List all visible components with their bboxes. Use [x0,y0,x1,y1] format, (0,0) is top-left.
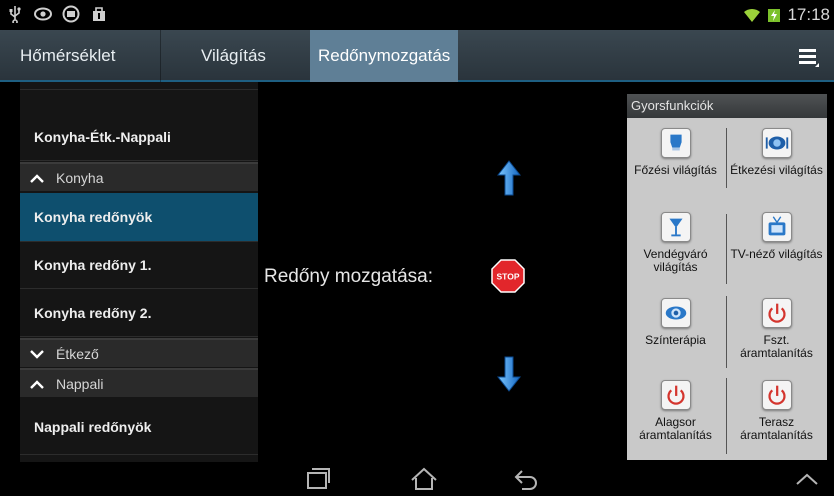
quick-item-label: TV-néző világítás [730,247,823,261]
divider [726,296,727,368]
group-header-label: Konyha [56,169,104,186]
quick-item-label: Színterápia [645,333,706,347]
action-bar: Hőmérséklet Világítás Redőnymozgatás [0,30,834,82]
status-right: 17:18 [743,5,830,25]
dining-light-icon [761,128,792,158]
quick-item-label: Terasz áramtalanítás [740,415,813,442]
list-item[interactable]: Nappali redőnyök [20,399,258,455]
quick-item-guest[interactable]: Vendégváró világítás [627,212,724,274]
status-left-icons [6,5,108,23]
chevron-up-icon [30,173,44,183]
list-item-selected[interactable]: Konyha redőnyök [20,193,258,242]
group-header-nappali[interactable]: Nappali [20,368,258,397]
group-header-label: Nappali [56,375,104,392]
home-icon[interactable] [409,466,439,492]
room-list[interactable]: Konyha-Étk.-Nappali Konyha Konyha redőny… [20,82,258,462]
tab-homerseklet[interactable]: Hőmérséklet [0,30,160,82]
group-header-konyha[interactable]: Konyha [20,162,258,191]
power-off-icon [761,298,792,328]
quick-item-label: Alagsor áramtalanítás [639,415,712,442]
quick-item-cooking[interactable]: Főzési világítás [627,128,724,177]
expand-up-icon[interactable] [792,466,822,492]
quick-item-fszt-power[interactable]: Fszt. áramtalanítás [728,298,825,360]
quick-item-dining[interactable]: Étkezési világítás [728,128,825,177]
quick-item-alagsor-power[interactable]: Alagsor áramtalanítás [627,380,724,442]
back-icon[interactable] [512,466,542,492]
cooking-light-icon [660,128,691,158]
tab-vilagitas[interactable]: Világítás [161,30,308,82]
chevron-up-icon [30,379,44,389]
group-header-label: Étkező [56,345,99,362]
wifi-icon [744,8,761,22]
media-icon [62,5,80,23]
tv-light-icon [761,212,792,242]
stop-label: STOP [497,272,520,282]
quick-functions-title: Gyorsfunkciók [627,94,827,118]
power-off-icon [761,380,792,410]
divider [726,214,727,284]
usb-icon [9,6,21,23]
overflow-menu-icon[interactable] [796,44,820,68]
status-bar: 17:18 [0,0,834,30]
recent-apps-icon[interactable] [303,466,333,492]
stop-icon[interactable]: STOP [491,259,525,293]
clock: 17:18 [787,5,830,24]
chevron-down-icon [30,349,44,359]
tab-redonymozgatas[interactable]: Redőnymozgatás [310,30,458,82]
quick-item-terasz-power[interactable]: Terasz áramtalanítás [728,380,825,442]
shop-icon [93,7,105,21]
arrow-down-icon[interactable] [497,356,521,392]
list-item-partial[interactable] [20,82,258,90]
main-content: Konyha-Étk.-Nappali Konyha Konyha redőny… [0,82,834,462]
quick-item-label: Étkezési világítás [730,163,823,177]
group-header-etkezo[interactable]: Étkező [20,338,258,367]
list-item[interactable]: Konyha-Étk.-Nappali [20,113,258,161]
list-item[interactable]: Konyha redőny 1. [20,242,258,289]
battery-icon [768,9,781,22]
quick-item-color-therapy[interactable]: Színterápia [627,298,724,347]
quick-item-tv[interactable]: TV-néző világítás [728,212,825,261]
eye-icon [34,7,52,21]
list-item[interactable]: Konyha redőny 2. [20,289,258,337]
navigation-bar [0,462,834,496]
divider [726,378,727,454]
shutter-move-label: Redőny mozgatása: [264,266,433,287]
arrow-up-icon[interactable] [497,160,521,196]
quick-item-label: Főzési világítás [634,163,717,177]
power-off-icon [660,380,691,410]
color-therapy-icon [660,298,691,328]
divider [726,128,727,188]
guest-light-icon [660,212,691,242]
quick-functions-panel: Gyorsfunkciók Főzési világítás Étkezési … [627,94,827,460]
quick-item-label: Fszt. áramtalanítás [740,333,813,360]
quick-item-label: Vendégváró világítás [643,247,708,274]
